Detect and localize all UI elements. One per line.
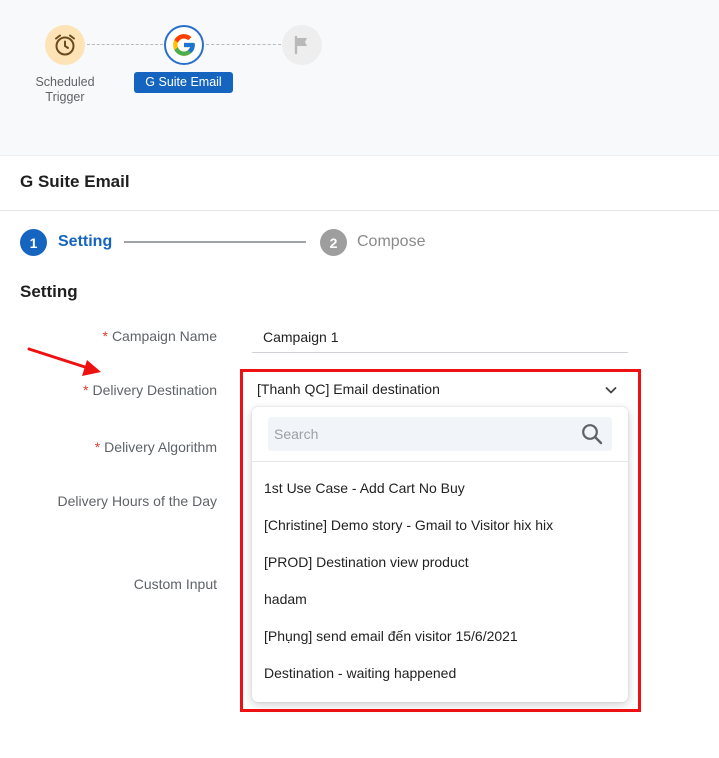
google-g-icon [173,34,195,56]
delivery-algorithm-label-text: Delivery Algorithm [104,439,217,455]
dropdown-option[interactable]: [Phụng] send email đến visitor 15/6/2021 [252,618,628,655]
delivery-destination-label: * Delivery Destination [83,382,217,398]
campaign-name-label-text: Campaign Name [111,328,217,344]
chevron-down-icon[interactable] [604,383,618,397]
gsuite-email-node[interactable] [164,25,204,65]
required-marker: * [102,328,108,344]
dropdown-options-list: 1st Use Case - Add Cart No Buy [Christin… [252,470,628,692]
dropdown-option[interactable]: 1st Use Case - Add Cart No Buy [252,470,628,507]
step-2-number[interactable]: 2 [320,229,347,256]
step-1-label[interactable]: Setting [58,233,112,251]
panel-title: G Suite Email [20,172,130,191]
section-title: Setting [20,282,78,301]
dropdown-option[interactable]: [Christine] Demo story - Gmail to Visito… [252,507,628,544]
dropdown-option[interactable]: [PROD] Destination view product [252,544,628,581]
panel-divider [0,210,719,211]
stepper-connector [124,241,306,243]
delivery-algorithm-label: * Delivery Algorithm [95,439,217,455]
alarm-clock-icon [55,34,75,56]
flow-connector [206,44,281,45]
dropdown-divider [252,461,628,462]
flow-connector [87,44,163,45]
search-icon[interactable] [581,423,603,445]
custom-input-label: Custom Input [133,576,217,592]
delivery-destination-dropdown: 1st Use Case - Add Cart No Buy [Christin… [252,407,628,702]
delivery-destination-selected-value: [Thanh QC] Email destination [257,381,440,397]
end-node[interactable] [282,25,322,65]
delivery-hours-label: Delivery Hours of the Day [57,493,217,509]
flow-canvas: Scheduled Trigger G Suite Email [0,0,719,155]
scheduled-trigger-label-text: Scheduled Trigger [35,75,95,104]
dropdown-search-box [268,417,612,451]
dropdown-option[interactable]: hadam [252,581,628,618]
scheduled-trigger-node[interactable] [45,25,85,65]
delivery-destination-select[interactable]: [Thanh QC] Email destination [252,375,628,403]
campaign-name-input[interactable] [252,322,628,353]
dropdown-option[interactable]: Destination - waiting happened [252,655,628,692]
required-marker: * [94,439,101,455]
panel-top-border [0,155,719,156]
scheduled-trigger-label: Scheduled Trigger [25,75,105,105]
gsuite-email-node-label[interactable]: G Suite Email [134,72,233,93]
campaign-name-label: * Campaign Name [102,328,217,344]
flag-icon [294,35,307,55]
dropdown-search-input[interactable] [268,417,568,451]
step-2-label[interactable]: Compose [357,233,425,251]
step-1-number[interactable]: 1 [20,229,47,256]
required-marker: * [83,382,89,398]
delivery-destination-label-text: Delivery Destination [92,382,218,398]
